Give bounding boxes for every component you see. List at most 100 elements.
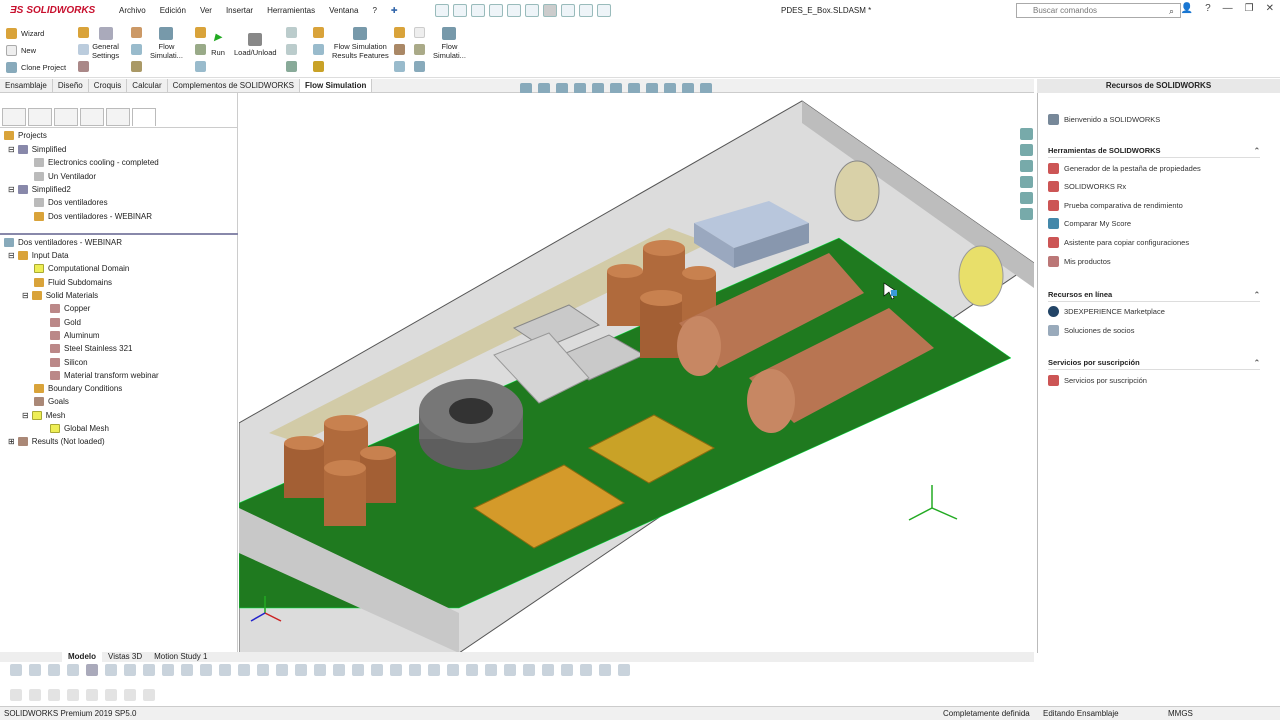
tree-node-boundary-conditions[interactable]: Boundary Conditions xyxy=(34,384,122,393)
benchmark-link[interactable]: Prueba comparativa de rendimiento xyxy=(1048,200,1183,211)
menu-archivo[interactable]: Archivo xyxy=(112,6,153,15)
tree-root-webinar[interactable]: Dos ventiladores - WEBINAR xyxy=(4,238,122,247)
filter-icon[interactable] xyxy=(276,664,288,676)
solidworks-rx-link[interactable]: SOLIDWORKS Rx xyxy=(1048,181,1126,192)
menu-ventana[interactable]: Ventana xyxy=(322,6,365,15)
filter-icon[interactable] xyxy=(67,689,79,701)
tab-diseno[interactable]: Diseño xyxy=(53,79,89,92)
search-commands-input[interactable]: Buscar comandos ⌕ xyxy=(1016,3,1181,18)
tab-ensamblaje[interactable]: Ensamblaje xyxy=(0,79,53,92)
restore-icon[interactable]: ❐ xyxy=(1245,3,1254,14)
filter-icon[interactable] xyxy=(523,664,535,676)
tab-flow-simulation[interactable]: Flow Simulation xyxy=(300,79,373,92)
filter-icon[interactable] xyxy=(333,664,345,676)
filter-icon[interactable] xyxy=(599,664,611,676)
load-unload-button[interactable]: Load/Unload xyxy=(234,33,277,57)
menu-insertar[interactable]: Insertar xyxy=(219,6,260,15)
ribbon-small-icon[interactable] xyxy=(286,27,297,38)
tree-node-fluid-subdomains[interactable]: Fluid Subdomains xyxy=(34,278,112,287)
filter-icon[interactable] xyxy=(219,664,231,676)
ribbon-small-icon[interactable] xyxy=(195,44,206,55)
tree-node-electronics-cooling[interactable]: Electronics cooling - completed xyxy=(34,158,159,167)
units-selector[interactable]: MMGS xyxy=(1168,709,1193,718)
resources-home-icon[interactable] xyxy=(1020,128,1033,140)
filter-icon[interactable] xyxy=(466,664,478,676)
new-document-icon[interactable] xyxy=(452,4,467,17)
property-manager-tab-icon[interactable] xyxy=(28,108,52,126)
chevron-up-icon[interactable]: ⌃ xyxy=(1254,358,1260,367)
flow-results-features-button[interactable]: Flow Simulation Results Features xyxy=(332,27,389,60)
tree-node-global-mesh[interactable]: Global Mesh xyxy=(50,424,109,433)
filter-icon[interactable] xyxy=(504,664,516,676)
tab-motion-study[interactable]: Motion Study 1 xyxy=(148,652,213,662)
tree-node-input-data[interactable]: ⊟ Input Data xyxy=(8,251,69,260)
tree-node-dos-ventiladores[interactable]: Dos ventiladores xyxy=(34,198,108,207)
filter-icon[interactable] xyxy=(390,664,402,676)
filter-icon[interactable] xyxy=(561,664,573,676)
minimize-icon[interactable]: — xyxy=(1223,3,1233,14)
feature-tree-tab-icon[interactable] xyxy=(2,108,26,126)
solidworks-logo[interactable]: ƎS SOLIDWORKS xyxy=(0,5,112,16)
flow-simulation-button-1[interactable]: Flow Simulati... xyxy=(150,27,183,60)
tab-calcular[interactable]: Calcular xyxy=(127,79,168,92)
select-icon[interactable] xyxy=(542,4,557,17)
filter-icon[interactable] xyxy=(257,664,269,676)
search-icon[interactable]: ⌕ xyxy=(1169,6,1174,17)
filter-icon[interactable] xyxy=(447,664,459,676)
flow-simulation-button-2[interactable]: Flow Simulati... xyxy=(433,27,466,60)
filter-icon[interactable] xyxy=(485,664,497,676)
ribbon-small-icon[interactable] xyxy=(394,27,405,38)
tab-vistas-3d[interactable]: Vistas 3D xyxy=(102,652,148,662)
panel-splitter[interactable] xyxy=(0,233,238,235)
tree-node-aluminum[interactable]: Aluminum xyxy=(50,331,100,340)
filter-icon[interactable] xyxy=(48,664,60,676)
section-servicios-suscripcion[interactable]: Servicios por suscripción ⌃ xyxy=(1048,358,1260,370)
new-project-button[interactable]: New xyxy=(6,45,36,56)
custom-properties-icon[interactable] xyxy=(1020,208,1033,220)
filter-icon[interactable] xyxy=(162,664,174,676)
ribbon-small-icon[interactable] xyxy=(394,61,405,72)
tab-scroll[interactable] xyxy=(0,652,62,662)
menu-edicion[interactable]: Edición xyxy=(153,6,193,15)
pin-icon[interactable]: ✚ xyxy=(384,6,405,15)
wizard-button[interactable]: Wizard xyxy=(6,28,44,39)
marketplace-link[interactable]: 3DEXPERIENCE Marketplace xyxy=(1048,306,1165,317)
rebuild-icon[interactable] xyxy=(560,4,575,17)
partner-solutions-link[interactable]: Soluciones de socios xyxy=(1048,325,1134,336)
chevron-up-icon[interactable]: ⌃ xyxy=(1254,290,1260,299)
section-herramientas[interactable]: Herramientas de SOLIDWORKS ⌃ xyxy=(1048,146,1260,158)
ribbon-small-icon[interactable] xyxy=(414,61,425,72)
welcome-link[interactable]: Bienvenido a SOLIDWORKS xyxy=(1048,114,1160,125)
filter-icon[interactable] xyxy=(10,664,22,676)
tab-modelo[interactable]: Modelo xyxy=(62,652,102,662)
configuration-tab-icon[interactable] xyxy=(54,108,78,126)
tree-node-projects[interactable]: Projects xyxy=(4,131,47,140)
undo-icon[interactable] xyxy=(524,4,539,17)
filter-icon[interactable] xyxy=(67,664,79,676)
filter-icon[interactable] xyxy=(580,664,592,676)
user-icon[interactable]: 👤 xyxy=(1181,3,1193,14)
run-button[interactable]: ▶ Run xyxy=(211,33,225,58)
tree-node-dos-ventiladores-webinar[interactable]: Dos ventiladores - WEBINAR xyxy=(34,212,152,221)
menu-herramientas[interactable]: Herramientas xyxy=(260,6,322,15)
subscription-services-link[interactable]: Servicios por suscripción xyxy=(1048,375,1147,386)
chevron-up-icon[interactable]: ⌃ xyxy=(1254,146,1260,155)
print-icon[interactable] xyxy=(506,4,521,17)
ribbon-small-icon[interactable] xyxy=(195,27,206,38)
filter-icon[interactable] xyxy=(86,689,98,701)
tree-node-solid-materials[interactable]: ⊟ Solid Materials xyxy=(22,291,98,300)
filter-icon[interactable] xyxy=(542,664,554,676)
filter-icon[interactable] xyxy=(29,689,41,701)
filter-icon[interactable] xyxy=(200,664,212,676)
close-icon[interactable]: ✕ xyxy=(1266,3,1274,14)
tree-node-un-ventilador[interactable]: Un Ventilador xyxy=(34,172,96,181)
my-products-link[interactable]: Mis productos xyxy=(1048,256,1111,267)
graphics-area[interactable] xyxy=(239,93,1034,653)
filter-icon[interactable] xyxy=(314,664,326,676)
dimxpert-tab-icon[interactable] xyxy=(80,108,104,126)
filter-icon[interactable] xyxy=(10,689,22,701)
tree-node-gold[interactable]: Gold xyxy=(50,318,81,327)
select-arrow-icon[interactable] xyxy=(86,664,98,676)
help-menu-icon[interactable]: ? xyxy=(365,6,383,15)
home-icon[interactable] xyxy=(434,4,449,17)
